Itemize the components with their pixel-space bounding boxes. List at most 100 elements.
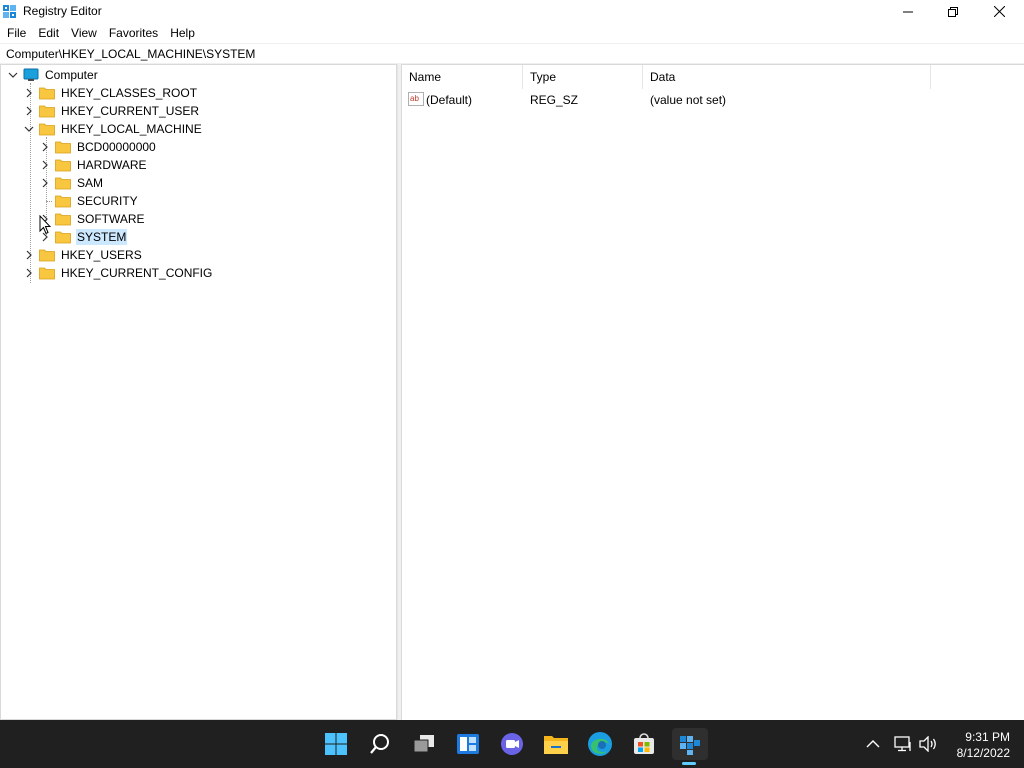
window-title: Registry Editor [23,4,102,18]
clock-date: 8/12/2022 [956,746,1010,760]
chat-button[interactable] [496,728,528,760]
clock[interactable]: 9:31 PM 8/12/2022 [944,729,1010,761]
mouse-cursor-icon [39,215,51,235]
tree-item-hardware[interactable]: HARDWARE [39,156,148,174]
task-view-button[interactable] [408,728,440,760]
restore-button[interactable] [930,0,976,23]
start-icon [325,733,347,755]
folder-icon [39,267,55,280]
file-explorer-button[interactable] [540,728,572,760]
taskbar: 9:31 PM 8/12/2022 [0,720,1024,768]
registry-editor-icon [680,736,700,755]
expand-chevron-icon[interactable] [23,267,35,279]
expand-chevron-icon[interactable] [39,177,51,189]
menu-edit[interactable]: Edit [32,23,65,43]
edge-button[interactable] [584,728,616,760]
computer-icon [23,68,39,81]
tree-item-bcd00000000[interactable]: BCD00000000 [39,138,157,156]
address-input[interactable] [6,46,1006,62]
tree-item-system[interactable]: SYSTEM [39,228,128,246]
search-button[interactable] [364,728,396,760]
volume-icon [919,736,936,752]
show-hidden-icons-button[interactable] [866,720,880,768]
expand-chevron-icon[interactable] [23,87,35,99]
tree-item-label: SYSTEM [76,229,128,245]
expand-chevron-icon[interactable] [23,105,35,117]
folder-icon [55,231,71,244]
collapse-chevron-icon[interactable] [23,123,35,135]
tree-item-hkey-users[interactable]: HKEY_USERS [23,246,143,264]
svg-text:ab: ab [410,94,419,103]
tree-item-label: SOFTWARE [77,212,145,226]
network-button[interactable] [893,720,913,768]
store-icon [634,733,654,754]
expand-chevron-icon[interactable] [23,249,35,261]
store-button[interactable] [628,728,660,760]
tree-item-software[interactable]: SOFTWARE [39,210,146,228]
chevron-up-icon [866,740,880,748]
menu-file[interactable]: File [1,23,32,43]
close-button[interactable] [976,0,1022,23]
expand-chevron-icon[interactable] [39,141,51,153]
tree-item-security[interactable]: SECURITY [39,192,139,210]
tree-item-hkey-classes-root[interactable]: HKEY_CLASSES_ROOT [23,84,198,102]
key-tree[interactable]: Computer HKEY_CLASSES_ROOT HKEY_CURRENT_… [0,64,397,720]
clock-time: 9:31 PM [965,730,1010,744]
close-icon [993,6,1005,17]
tree-item-hkey-local-machine[interactable]: HKEY_LOCAL_MACHINE [23,120,203,138]
tree-item-label: HKEY_CLASSES_ROOT [61,86,198,100]
folder-icon [39,105,55,118]
file-explorer-icon [544,736,568,754]
active-app-indicator [682,762,696,765]
registry-editor-taskbar-button[interactable] [672,728,708,760]
widgets-button[interactable] [452,728,484,760]
tree-item-label: SECURITY [77,194,138,208]
tree-item-computer[interactable]: Computer [7,66,99,84]
tree-item-hkey-current-user[interactable]: HKEY_CURRENT_USER [23,102,200,120]
value-type: REG_SZ [530,93,579,107]
folder-icon [39,249,55,262]
menu-favorites[interactable]: Favorites [103,23,164,43]
tree-item-label: SAM [77,176,104,190]
folder-icon [55,195,71,208]
restore-icon [948,6,958,17]
search-icon [370,734,389,754]
value-name: (Default) [426,93,473,107]
column-header-data[interactable]: Data [643,65,931,89]
folder-icon [55,159,71,172]
minimize-button[interactable] [885,0,931,23]
address-bar [0,43,1024,64]
tree-item-label: HKEY_USERS [61,248,142,262]
folder-icon [39,123,55,136]
column-header-name[interactable]: Name [402,65,523,89]
task-view-icon [413,735,434,753]
folder-icon [55,141,71,154]
menu-view[interactable]: View [65,23,103,43]
folder-icon [39,87,55,100]
menu-bar: File Edit View Favorites Help [0,23,1024,43]
expand-chevron-icon[interactable] [39,159,51,171]
collapse-chevron-icon[interactable] [7,69,19,81]
volume-button[interactable] [918,720,938,768]
value-data: (value not set) [650,93,727,107]
tree-item-label: BCD00000000 [77,140,156,154]
column-header-type[interactable]: Type [523,65,643,89]
title-bar: Registry Editor [0,0,1024,23]
tree-item-hkey-current-config[interactable]: HKEY_CURRENT_CONFIG [23,264,213,282]
menu-help[interactable]: Help [164,23,201,43]
start-button[interactable] [320,728,352,760]
tree-item-sam[interactable]: SAM [39,174,104,192]
chat-icon [501,733,523,755]
tree-item-label: HKEY_CURRENT_USER [61,104,200,118]
value-row[interactable]: ab (Default) REG_SZ (value not set) [402,91,1002,109]
folder-icon [55,213,71,226]
tree-item-label: HKEY_LOCAL_MACHINE [61,122,202,136]
folder-icon [55,177,71,190]
widgets-icon [457,734,479,754]
tree-item-label: HKEY_CURRENT_CONFIG [61,266,213,280]
values-list[interactable]: Name Type Data ab (Default) REG_SZ (valu… [401,64,1024,720]
tree-item-label: Computer [45,68,98,82]
tree-item-label: HARDWARE [77,158,147,172]
registry-editor-icon [3,5,16,18]
